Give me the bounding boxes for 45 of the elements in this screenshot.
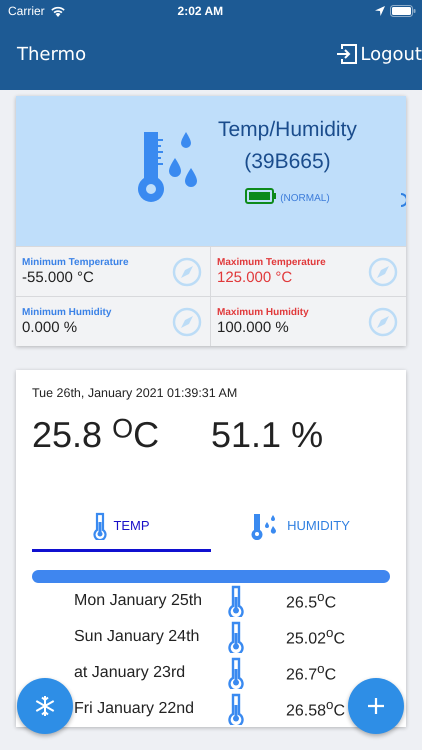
battery-full-icon (245, 188, 278, 204)
wifi-icon (50, 5, 66, 17)
stat-value: 125.000 °C (217, 269, 294, 286)
history-date: Sun January 24th (74, 628, 200, 646)
compass-icon[interactable] (172, 256, 202, 286)
history-temperature: 26.58$^{o}$C (286, 697, 346, 721)
history-date: at January 23rd (74, 664, 186, 682)
history-date: Fri January 22nd (74, 700, 196, 718)
temperature-reading: 25.8 $^{O}$C (32, 414, 160, 456)
reading-timestamp: Tue 26th, January 2021 01:39:31 AM (32, 386, 238, 400)
tab[interactable]: HUMIDITY (211, 502, 390, 552)
tab[interactable]: TEMP (32, 502, 211, 552)
humidity-reading: 51.1 % (211, 414, 324, 456)
logout-icon (336, 43, 358, 65)
logout-button[interactable]: Logout (336, 43, 422, 65)
history-temperature: 26.5$^{o}$C (286, 589, 336, 613)
history-temperature: 25.02$^{o}$C (286, 625, 346, 649)
app-title: Thermo (17, 44, 86, 64)
snowflake-icon (34, 695, 56, 717)
stat-value: 100.000 % (217, 319, 290, 336)
stat-label: Minimum Temperature (22, 257, 128, 268)
plus-icon (367, 697, 385, 715)
thermometer-icon (228, 621, 244, 653)
device-id: (39B665) (244, 149, 331, 175)
stat-value: 0.000 % (22, 319, 78, 336)
location-icon (375, 6, 385, 16)
stat-value: -55.000 °C (22, 269, 95, 286)
carrier-label: Carrier (8, 4, 45, 18)
thermometer-icon (93, 512, 108, 540)
compass-icon[interactable] (368, 306, 398, 336)
compass-icon[interactable] (172, 306, 202, 336)
stat-label: Minimum Humidity (22, 307, 112, 318)
clock-time: 2:02 AM (176, 4, 224, 18)
thermometer-icon (228, 585, 244, 617)
history-temperature: 26.7$^{o}$C (286, 661, 336, 685)
spinner-icon (400, 193, 406, 207)
compass-icon[interactable] (368, 256, 398, 286)
thermometer-icon (228, 693, 244, 725)
device-name: Temp/Humidity (218, 117, 357, 143)
thermometer-icon (228, 657, 244, 689)
stat-label: Maximum Humidity (217, 307, 309, 318)
battery-icon (390, 5, 416, 17)
stat-label: Maximum Temperature (217, 257, 326, 268)
battery-status: (NORMAL) (280, 193, 330, 204)
history-date: Mon January 25th (74, 592, 204, 610)
